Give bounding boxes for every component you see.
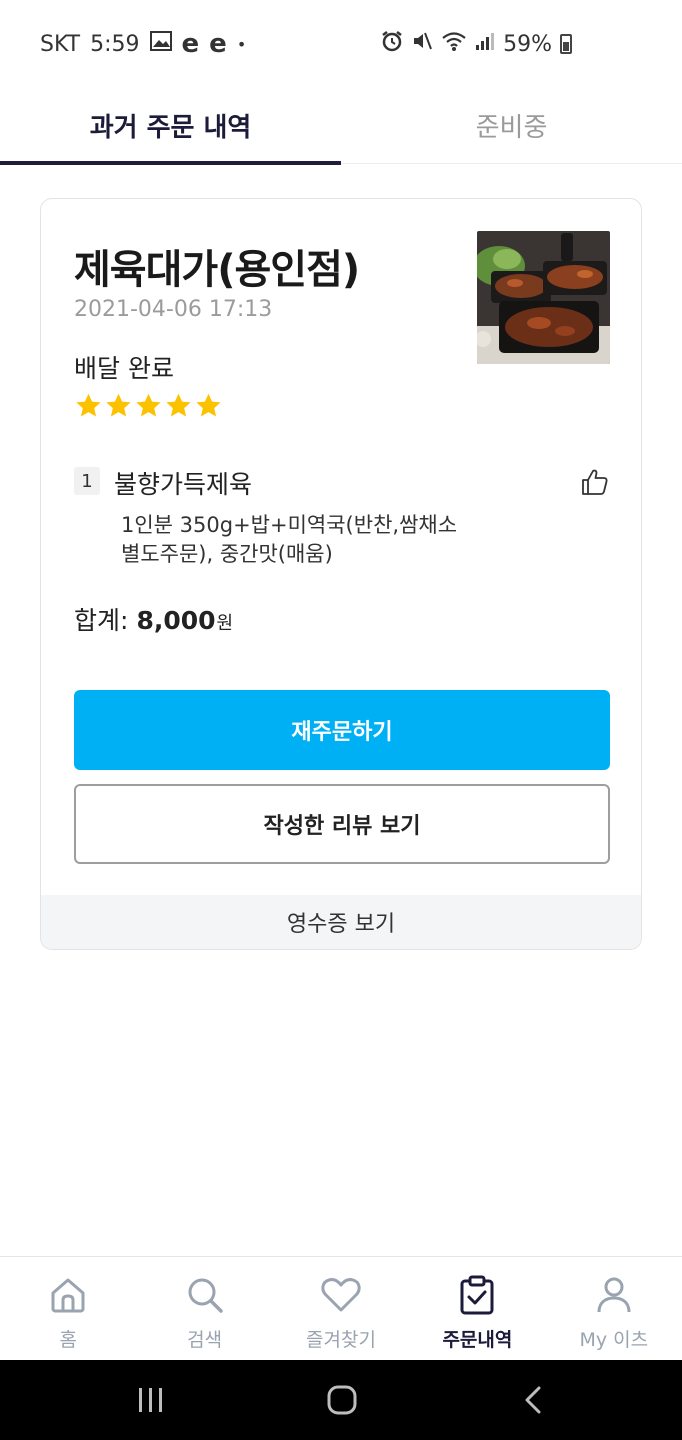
nav-item-my-eats[interactable]: My 이츠 xyxy=(546,1257,682,1360)
item-options: 1인분 350g+밥+미역국(반찬,쌈채소 별도주문), 중간맛(매움) xyxy=(121,511,521,569)
star-icon xyxy=(166,393,191,417)
heart-icon xyxy=(321,1275,361,1315)
item-options-line: 1인분 350g+밥+미역국(반찬,쌈채소 xyxy=(121,513,458,537)
view-review-button[interactable]: 작성한 리뷰 보기 xyxy=(74,784,610,864)
search-icon xyxy=(185,1275,225,1315)
total-currency-unit: 원 xyxy=(216,613,234,634)
thumbs-up-icon[interactable] xyxy=(580,467,610,497)
nav-label: 검색 xyxy=(187,1329,223,1351)
nav-label: My 이츠 xyxy=(579,1329,649,1351)
reorder-button[interactable]: 재주문하기 xyxy=(74,690,610,770)
clock: 5:59 xyxy=(90,31,140,57)
nav-label: 주문내역 xyxy=(442,1329,513,1351)
wifi-icon xyxy=(441,30,467,58)
back-icon[interactable] xyxy=(512,1380,554,1420)
app-notification-icon: e xyxy=(209,29,227,59)
order-item-row: 1 불향가득제육 xyxy=(74,465,610,501)
battery-icon xyxy=(560,34,572,54)
item-name: 불향가득제육 xyxy=(114,470,253,499)
alarm-icon xyxy=(381,30,403,58)
store-name[interactable]: 제육대가(용인점) xyxy=(74,237,360,295)
nav-item-search[interactable]: 검색 xyxy=(136,1257,272,1360)
order-status: 배달 완료 xyxy=(74,354,174,383)
system-navigation-bar xyxy=(0,1360,682,1440)
recent-apps-icon[interactable] xyxy=(130,1380,172,1420)
home-system-icon[interactable] xyxy=(321,1380,363,1420)
more-notifications-dot: • xyxy=(236,34,247,54)
app-notification-icon: e xyxy=(181,29,200,59)
rating-stars xyxy=(74,392,223,420)
order-date: 2021-04-06 17:13 xyxy=(74,297,273,322)
view-receipt-button[interactable]: 영수증 보기 xyxy=(41,895,641,949)
star-icon xyxy=(136,393,161,417)
bottom-navigation: 홈 검색 즐겨찾기 주문내역 My 이츠 xyxy=(0,1256,682,1360)
mute-icon xyxy=(411,30,433,58)
carrier-label: SKT xyxy=(40,31,81,57)
user-icon xyxy=(594,1275,634,1315)
status-bar-left: SKT 5:59 e e • xyxy=(40,28,246,60)
star-icon xyxy=(76,393,101,417)
clipboard-check-icon xyxy=(457,1275,497,1315)
tab-past-orders[interactable]: 과거 주문 내역 xyxy=(0,86,341,165)
nav-label: 즐겨찾기 xyxy=(306,1329,376,1351)
battery-level: 59% xyxy=(503,31,552,57)
nav-label: 홈 xyxy=(59,1329,77,1351)
nav-item-favorites[interactable]: 즐겨찾기 xyxy=(273,1257,409,1360)
order-card: 제육대가(용인점) 2021-04-06 17:13 배달 완료 1 불향가득제… xyxy=(40,198,642,950)
home-icon xyxy=(48,1275,88,1315)
signal-icon xyxy=(475,31,495,57)
total-amount: 8,000 xyxy=(136,606,216,635)
nav-item-home[interactable]: 홈 xyxy=(0,1257,136,1360)
total-label: 합계: xyxy=(74,606,129,635)
item-options-line: 별도주문), 중간맛(매움) xyxy=(121,542,333,566)
gallery-icon xyxy=(149,31,172,57)
item-quantity: 1 xyxy=(74,467,100,495)
order-tabs: 과거 주문 내역 준비중 xyxy=(0,86,682,165)
status-bar-right: 59% xyxy=(381,28,572,60)
status-bar: SKT 5:59 e e • 59% xyxy=(0,0,682,86)
star-icon xyxy=(196,393,221,417)
store-thumbnail[interactable] xyxy=(477,231,610,364)
star-icon xyxy=(106,393,131,417)
tab-preparing[interactable]: 준비중 xyxy=(341,86,682,164)
order-total: 합계: 8,000 원 xyxy=(74,601,233,637)
nav-item-orders[interactable]: 주문내역 xyxy=(409,1257,545,1360)
